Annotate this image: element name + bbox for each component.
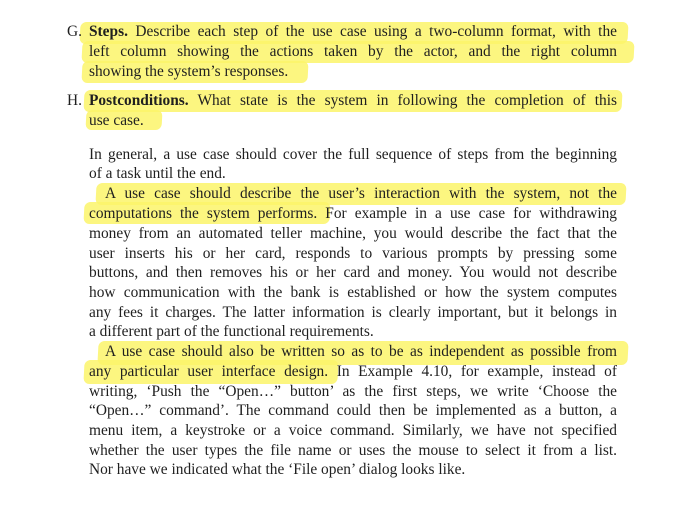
item-letter-h: H.	[67, 92, 82, 109]
paragraph-2-line-5: buttons, and then removes his or her car…	[89, 264, 617, 281]
paragraph-2-line-7: any fees it charges. The latter informat…	[89, 304, 617, 321]
paragraph-2-line-6: how communication with the bank is estab…	[89, 284, 617, 301]
item-g-line-2: left column showing the actions taken by…	[89, 43, 617, 60]
paragraph-3-line-6: whether the user types the file name or …	[89, 442, 617, 459]
paragraph-1-line-2: of a task until the end.	[89, 165, 226, 182]
paragraph-2-line-4: user inserts his or her card, responds t…	[89, 245, 617, 262]
paragraph-2-line-8: a different part of the functional requi…	[89, 323, 374, 340]
item-letter-g: G.	[67, 23, 82, 40]
paragraph-3-line-4: “Open…” command’. The command could then…	[89, 402, 617, 419]
paragraph-1-line-1: In general, a use case should cover the …	[89, 146, 617, 163]
paragraph-3-line-1: A use case should also be written so as …	[105, 343, 617, 360]
item-g-line-1: Steps. Describe each step of the use cas…	[89, 23, 617, 40]
paragraph-2-line-2: computations the system performs. For ex…	[89, 205, 617, 222]
document-page: G. Steps. Describe each step of the use …	[0, 0, 674, 505]
paragraph-2-line-3: money from an automated teller machine, …	[89, 225, 617, 242]
paragraph-3-line-5: menu item, a keystroke or a voice comman…	[89, 422, 617, 439]
item-h-heading: Postconditions.	[89, 92, 189, 109]
paragraph-2-line-1: A use case should describe the user’s in…	[105, 185, 617, 202]
item-g-heading: Steps.	[89, 23, 128, 40]
item-g-line-3: showing the system’s responses.	[89, 63, 289, 80]
paragraph-3-line-2: any particular user interface design. In…	[89, 363, 617, 380]
paragraph-3-line-3: writing, ‘Push the “Open…” button’ as th…	[89, 383, 617, 400]
item-h-line-1: Postconditions. What state is the system…	[89, 92, 617, 109]
paragraph-3-line-7: Nor have we indicated what the ‘File ope…	[89, 461, 466, 478]
item-h-line-2: use case.	[89, 112, 144, 129]
